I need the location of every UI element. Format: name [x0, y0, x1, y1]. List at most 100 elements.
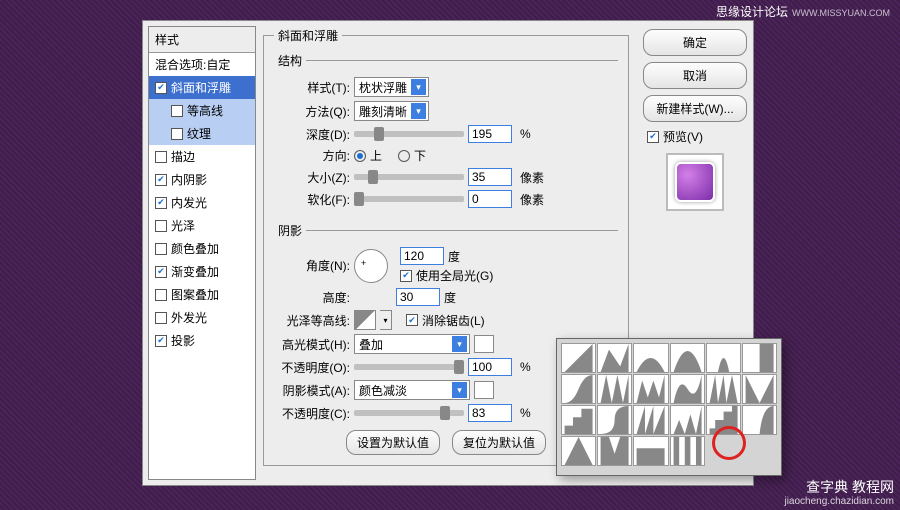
- contour-preset[interactable]: [633, 343, 668, 373]
- method-label: 方法(Q):: [274, 103, 350, 120]
- contour-preset[interactable]: [706, 374, 741, 404]
- style-select[interactable]: 枕状浮雕▾: [354, 77, 429, 97]
- contour-preset[interactable]: [742, 405, 777, 435]
- checkbox-icon[interactable]: [155, 174, 167, 186]
- checkbox-icon[interactable]: [171, 128, 183, 140]
- gloss-contour-label: 光泽等高线:: [274, 312, 350, 329]
- sidebar-item-drop-shadow[interactable]: 投影: [149, 329, 255, 352]
- new-style-button[interactable]: 新建样式(W)...: [643, 95, 747, 122]
- altitude-label: 高度:: [274, 289, 350, 306]
- gloss-contour-swatch[interactable]: [354, 310, 376, 330]
- checkbox-icon[interactable]: [155, 289, 167, 301]
- chevron-down-icon[interactable]: ▾: [380, 310, 392, 330]
- highlight-opacity-input[interactable]: 100: [468, 358, 512, 376]
- direction-label: 方向:: [274, 147, 350, 164]
- watermark-bottom-url: jiaocheng.chazidian.com: [784, 496, 894, 508]
- depth-label: 深度(D):: [274, 126, 350, 143]
- preview-checkbox[interactable]: [647, 131, 659, 143]
- blending-options-row[interactable]: 混合选项:自定: [149, 53, 255, 76]
- checkbox-icon[interactable]: [171, 105, 183, 117]
- shadow-mode-select[interactable]: 颜色减淡▾: [354, 380, 470, 400]
- sidebar-item-outer-glow[interactable]: 外发光: [149, 306, 255, 329]
- method-select[interactable]: 雕刻清晰▾: [354, 101, 429, 121]
- shadow-mode-label: 阴影模式(A):: [274, 382, 350, 399]
- depth-input[interactable]: 195: [468, 125, 512, 143]
- contour-picker-popup: [556, 338, 782, 476]
- sidebar-item-color-overlay[interactable]: 颜色叠加: [149, 237, 255, 260]
- direction-up-radio[interactable]: [354, 150, 366, 162]
- sidebar-item-satin[interactable]: 光泽: [149, 214, 255, 237]
- checkbox-icon[interactable]: [155, 151, 167, 163]
- sidebar-item-pattern-overlay[interactable]: 图案叠加: [149, 283, 255, 306]
- contour-preset[interactable]: [561, 343, 596, 373]
- direction-down-radio[interactable]: [398, 150, 410, 162]
- shadow-opacity-slider[interactable]: [354, 410, 464, 416]
- soften-input[interactable]: 0: [468, 190, 512, 208]
- contour-preset[interactable]: [706, 343, 741, 373]
- ok-button[interactable]: 确定: [643, 29, 747, 56]
- checkbox-icon[interactable]: [155, 335, 167, 347]
- contour-preset[interactable]: [561, 436, 596, 466]
- style-list-header: 样式: [149, 27, 255, 53]
- chevron-down-icon: ▾: [411, 103, 426, 119]
- contour-preset[interactable]: [670, 374, 705, 404]
- contour-preset[interactable]: [670, 436, 705, 466]
- highlight-opacity-label: 不透明度(O):: [274, 359, 350, 376]
- shadow-opacity-input[interactable]: 83: [468, 404, 512, 422]
- checkbox-icon[interactable]: [155, 266, 167, 278]
- angle-input[interactable]: 120: [400, 247, 444, 265]
- contour-preset[interactable]: [633, 405, 668, 435]
- altitude-input[interactable]: 30: [396, 288, 440, 306]
- contour-empty: [742, 436, 777, 466]
- contour-preset[interactable]: [597, 374, 632, 404]
- global-light-checkbox[interactable]: [400, 270, 412, 282]
- contour-preset[interactable]: [742, 343, 777, 373]
- checkbox-icon[interactable]: [155, 243, 167, 255]
- checkbox-icon[interactable]: [155, 82, 167, 94]
- cancel-button[interactable]: 取消: [643, 62, 747, 89]
- contour-preset[interactable]: [561, 405, 596, 435]
- contour-preset[interactable]: [670, 405, 705, 435]
- contour-preset[interactable]: [670, 343, 705, 373]
- sidebar-item-texture[interactable]: 纹理: [149, 122, 255, 145]
- structure-legend: 结构: [274, 52, 306, 69]
- antialias-checkbox[interactable]: [406, 314, 418, 326]
- soften-slider[interactable]: [354, 196, 464, 202]
- watermark-top-text: 思缘设计论坛: [716, 5, 788, 19]
- contour-preset[interactable]: [742, 374, 777, 404]
- contour-preset[interactable]: [597, 405, 632, 435]
- make-default-button[interactable]: 设置为默认值: [346, 430, 440, 455]
- contour-preset[interactable]: [597, 343, 632, 373]
- sidebar-item-stroke[interactable]: 描边: [149, 145, 255, 168]
- highlight-color-swatch[interactable]: [474, 335, 494, 353]
- soften-label: 软化(F):: [274, 191, 350, 208]
- shadow-color-swatch[interactable]: [474, 381, 494, 399]
- sidebar-item-contour[interactable]: 等高线: [149, 99, 255, 122]
- contour-preset[interactable]: [561, 374, 596, 404]
- style-label: 样式(T):: [274, 79, 350, 96]
- sidebar-item-inner-glow[interactable]: 内发光: [149, 191, 255, 214]
- sidebar-item-gradient-overlay[interactable]: 渐变叠加: [149, 260, 255, 283]
- size-slider[interactable]: [354, 174, 464, 180]
- highlight-mode-select[interactable]: 叠加▾: [354, 334, 470, 354]
- contour-preset[interactable]: [633, 374, 668, 404]
- watermark-bottom-text: 查字典 教程网: [784, 479, 894, 496]
- sidebar-item-bevel[interactable]: 斜面和浮雕: [149, 76, 255, 99]
- chevron-down-icon: ▾: [452, 382, 467, 398]
- checkbox-icon[interactable]: [155, 312, 167, 324]
- angle-dial[interactable]: [354, 249, 388, 283]
- checkbox-icon[interactable]: [155, 220, 167, 232]
- depth-slider[interactable]: [354, 131, 464, 137]
- angle-label: 角度(N):: [274, 257, 350, 274]
- highlight-mode-label: 高光模式(H):: [274, 336, 350, 353]
- watermark-top-url: WWW.MISSYUAN.COM: [792, 8, 890, 18]
- size-input[interactable]: 35: [468, 168, 512, 186]
- sidebar-item-inner-shadow[interactable]: 内阴影: [149, 168, 255, 191]
- contour-preset[interactable]: [633, 436, 668, 466]
- highlight-opacity-slider[interactable]: [354, 364, 464, 370]
- checkbox-icon[interactable]: [155, 197, 167, 209]
- style-list: 样式 混合选项:自定 斜面和浮雕 等高线 纹理 描边 内阴影 内发光 光泽 颜色…: [148, 26, 256, 480]
- reset-default-button[interactable]: 复位为默认值: [452, 430, 546, 455]
- contour-preset[interactable]: [597, 436, 632, 466]
- contour-preset[interactable]: [706, 405, 741, 435]
